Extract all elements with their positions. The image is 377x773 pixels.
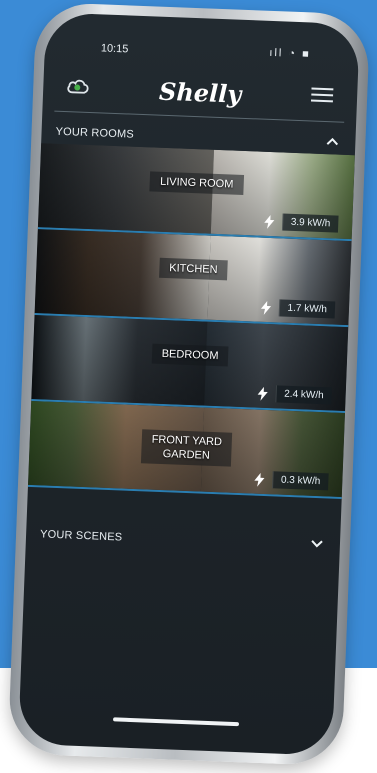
rooms-list: LIVING ROOM 3.9 kW/h KITCHEN 1.7 kW/h BE… (27, 143, 355, 499)
room-name-text: KITCHEN (158, 257, 228, 281)
cloud-icon (66, 76, 91, 100)
menu-button[interactable] (305, 81, 340, 112)
bolt-icon (262, 214, 277, 229)
bolt-icon (252, 472, 267, 487)
menu-icon (310, 86, 334, 108)
cloud-button[interactable] (61, 72, 96, 103)
bolt-icon (255, 386, 270, 401)
rooms-section-title: YOUR ROOMS (55, 125, 135, 141)
bolt-icon (258, 300, 273, 315)
top-header: Shelly (60, 65, 339, 120)
room-card-front-yard-garden[interactable]: FRONT YARD GARDEN 0.3 kW/h (27, 400, 346, 499)
energy-value: 1.7 kW/h (278, 299, 336, 319)
room-name-text: BEDROOM (151, 343, 229, 367)
room-card-living-room[interactable]: LIVING ROOM 3.9 kW/h (37, 143, 355, 242)
room-name-text: LIVING ROOM (149, 171, 244, 195)
home-indicator[interactable] (112, 717, 240, 727)
app-logo: Shelly (158, 76, 242, 109)
energy-badge: 1.7 kW/h (258, 299, 336, 319)
room-name-text: FRONT YARD GARDEN (140, 429, 233, 467)
energy-badge: 2.4 kW/h (255, 385, 332, 405)
status-icons: ıll ◔ ■ (269, 46, 311, 61)
phone-frame: 10:15 ıll ◔ ■ Shelly YOUR ROOMS LIVING R… (7, 1, 371, 767)
room-card-bedroom[interactable]: BEDROOM 2.4 kW/h (31, 315, 349, 414)
energy-value: 3.9 kW/h (281, 213, 339, 233)
phone-screen: 10:15 ıll ◔ ■ Shelly YOUR ROOMS LIVING R… (18, 12, 360, 756)
chevron-up-icon (325, 136, 339, 150)
energy-value: 0.3 kW/h (271, 471, 329, 491)
energy-value: 2.4 kW/h (274, 385, 332, 405)
energy-badge: 3.9 kW/h (262, 213, 339, 233)
status-time: 10:15 (100, 42, 129, 56)
energy-badge: 0.3 kW/h (252, 470, 329, 491)
scenes-section-title: YOUR SCENES (39, 528, 123, 544)
chevron-down-icon (310, 538, 324, 552)
scenes-section-header[interactable]: YOUR SCENES (26, 522, 341, 558)
room-card-kitchen[interactable]: KITCHEN 1.7 kW/h (34, 229, 352, 328)
